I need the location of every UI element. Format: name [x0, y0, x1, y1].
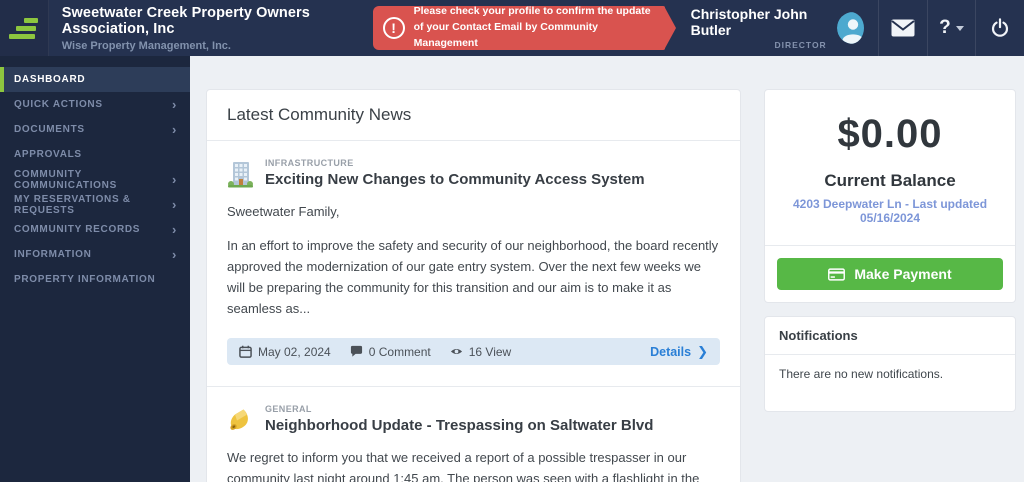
power-icon [992, 18, 1009, 37]
messages-button[interactable] [877, 0, 927, 56]
news-article: INFRASTRUCTURE Exciting New Changes to C… [207, 141, 740, 386]
help-icon: ? [939, 17, 951, 38]
logo-bar [23, 17, 38, 23]
right-column: $0.00 Current Balance 4203 Deepwater Ln … [764, 89, 1016, 412]
help-menu-button[interactable]: ? [926, 0, 976, 56]
article-intro: Sweetwater Family, [227, 204, 340, 219]
user-menu[interactable]: Christopher John Butler DIRECTOR [691, 0, 864, 56]
chevron-down-icon [955, 25, 964, 31]
app-logo[interactable] [0, 0, 49, 56]
chevron-right-icon: › [171, 222, 177, 237]
alert-message: Please check your profile to confirm the… [413, 5, 651, 49]
calendar-icon [239, 345, 252, 359]
balance-property-info[interactable]: 4203 Deepwater Ln - Last updated 05/16/2… [779, 197, 1001, 225]
building-icon [227, 161, 254, 188]
article-date: May 02, 2024 [239, 345, 331, 359]
details-link[interactable]: Details ❯ [650, 344, 708, 360]
top-header: Sweetwater Creek Property Owners Associa… [0, 0, 1024, 56]
credit-card-icon [828, 267, 846, 281]
logo-bar [15, 25, 36, 31]
latest-news-card: Latest Community News INFRASTRUCTURE Exc… [206, 89, 741, 482]
user-name: Christopher John Butler [690, 6, 808, 38]
horn-icon [227, 407, 254, 434]
chevron-right-icon: › [171, 172, 177, 187]
org-title-block: Sweetwater Creek Property Owners Associa… [62, 0, 373, 56]
article-meta-bar: May 02, 2024 0 Comment 16 View Details ❯ [227, 338, 720, 366]
news-article: GENERAL Neighborhood Update - Trespassin… [207, 386, 740, 482]
sidebar-nav: DASHBOARD QUICK ACTIONS › DOCUMENTS › AP… [0, 56, 190, 482]
notifications-card: Notifications There are no new notificat… [764, 316, 1016, 412]
user-role-badge: DIRECTOR [774, 40, 827, 50]
chevron-right-icon: › [171, 197, 177, 212]
article-category: INFRASTRUCTURE [265, 158, 354, 168]
sidebar-item-documents[interactable]: DOCUMENTS › [0, 117, 190, 142]
article-body: We regret to inform you that we received… [227, 450, 700, 482]
notifications-title: Notifications [765, 317, 1015, 355]
chevron-right-icon: › [171, 97, 177, 112]
exclamation-circle-icon: ! [382, 17, 405, 39]
sidebar-item-my-reservations-requests[interactable]: MY RESERVATIONS & REQUESTS › [0, 192, 190, 217]
management-company: Wise Property Management, Inc. [61, 39, 231, 52]
article-title[interactable]: Exciting New Changes to Community Access… [265, 171, 645, 188]
logo-bar [8, 33, 35, 39]
article-comments: 0 Comment [350, 345, 431, 359]
main-content: Latest Community News INFRASTRUCTURE Exc… [190, 56, 1024, 482]
sidebar-item-dashboard[interactable]: DASHBOARD [0, 67, 190, 92]
comment-icon [350, 345, 363, 358]
news-card-title: Latest Community News [207, 90, 740, 141]
chevron-right-icon: › [171, 122, 177, 137]
avatar[interactable] [836, 12, 864, 44]
notifications-empty-message: There are no new notifications. [779, 367, 944, 381]
sidebar-item-quick-actions[interactable]: QUICK ACTIONS › [0, 92, 190, 117]
sidebar-item-approvals[interactable]: APPROVALS [0, 142, 190, 167]
avatar-icon [836, 12, 864, 44]
article-category: GENERAL [265, 404, 312, 415]
chevron-right-icon: › [171, 247, 177, 262]
banner-arrow-tip [663, 6, 676, 50]
sidebar-item-community-communications[interactable]: COMMUNITY COMMUNICATIONS › [0, 167, 190, 192]
balance-label: Current Balance [824, 171, 956, 190]
logout-button[interactable] [975, 0, 1024, 56]
eye-icon [450, 345, 463, 358]
sidebar-item-property-information[interactable]: PROPERTY INFORMATION [0, 267, 190, 292]
org-name: Sweetwater Creek Property Owners Associa… [61, 4, 310, 37]
article-views: 16 View [450, 345, 511, 359]
chevron-right-icon: ❯ [697, 343, 708, 359]
envelope-icon [891, 19, 915, 37]
article-body: In an effort to improve the safety and s… [227, 238, 719, 317]
balance-amount: $0.00 [837, 112, 943, 156]
sidebar-item-community-records[interactable]: COMMUNITY RECORDS › [0, 217, 190, 242]
make-payment-button[interactable]: Make Payment [777, 258, 1003, 290]
balance-card: $0.00 Current Balance 4203 Deepwater Ln … [764, 89, 1016, 303]
article-title[interactable]: Neighborhood Update - Trespassing on Sal… [265, 417, 653, 434]
profile-alert-banner[interactable]: ! Please check your profile to confirm t… [372, 5, 676, 50]
sidebar-item-information[interactable]: INFORMATION › [0, 242, 190, 267]
